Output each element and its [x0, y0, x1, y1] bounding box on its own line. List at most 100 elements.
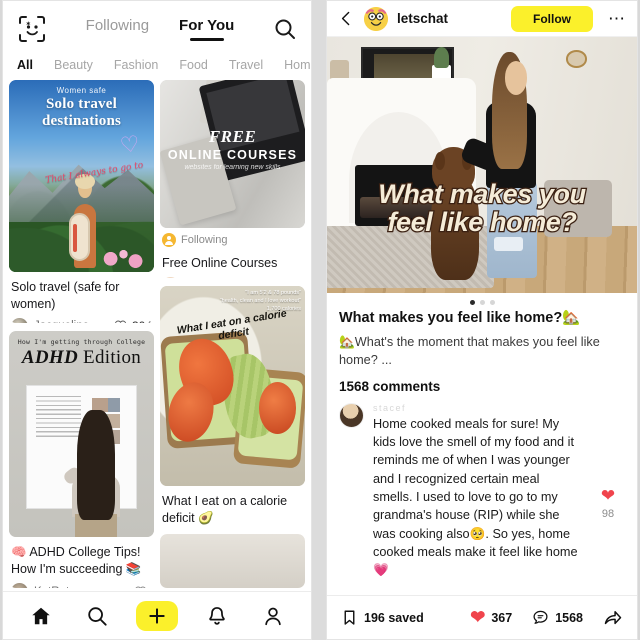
feed-grid: Women safe Solo travel destinations ♡ Th… — [3, 80, 311, 588]
avatar[interactable] — [11, 317, 28, 324]
post-body: What makes you feel like home?🏡 🏡What's … — [327, 309, 637, 595]
feed-top-bar: Following For You — [3, 1, 311, 56]
heart-filled-icon[interactable]: ❤ — [601, 486, 615, 506]
post-hero-image[interactable]: What makes you feel like home? — [327, 37, 637, 293]
feed-card-adhd[interactable]: How I'm getting through College ADHD Edi… — [9, 331, 154, 588]
card-thumbnail[interactable]: "I am 5'2 & 78 pounds" "health, clean an… — [160, 285, 305, 486]
heart-filled-icon: ❤ — [266, 277, 279, 278]
avatar[interactable] — [339, 402, 364, 428]
category-chip-row[interactable]: All Beauty Fashion Food Travel Home Reci… — [3, 56, 311, 80]
comment-like-count: 98 — [601, 508, 615, 521]
category-food[interactable]: Food — [179, 58, 208, 72]
category-beauty[interactable]: Beauty — [54, 58, 93, 72]
adhd-person-art — [61, 409, 125, 538]
feed-card-calorie-deficit[interactable]: "I am 5'2 & 78 pounds" "health, clean an… — [160, 285, 305, 527]
comment-item: stacef Home cooked meals for sure! My ki… — [339, 402, 625, 580]
home-icon — [32, 607, 50, 624]
save-button[interactable]: 196 saved — [341, 609, 424, 626]
comment-icon — [533, 610, 548, 624]
comment-button[interactable]: 1568 — [532, 609, 583, 626]
feed-card-solo-travel[interactable]: Women safe Solo travel destinations ♡ Th… — [9, 80, 154, 324]
tab-following[interactable]: Following — [86, 17, 149, 40]
face-scan-icon[interactable] — [17, 14, 47, 44]
comment-username[interactable]: stacef — [373, 403, 582, 413]
post-author-username[interactable]: letschat — [397, 11, 502, 26]
comments-count: 1568 comments — [339, 378, 441, 394]
post-description[interactable]: 🏡What's the moment that makes you feel l… — [339, 333, 625, 369]
follow-button[interactable]: Follow — [511, 5, 593, 32]
nav-create[interactable] — [136, 600, 178, 631]
card-title: 🧠 ADHD College Tips! How I'm succeeding … — [11, 545, 142, 577]
panel-divider — [312, 0, 326, 640]
feed-card-partial[interactable] — [160, 534, 305, 588]
feed-tabs: Following For You — [47, 17, 273, 40]
card-meta-row: mindofieva ❤ 102 — [160, 274, 305, 278]
comment-count-label: 1568 — [555, 610, 583, 625]
feed-phone-panel: Following For You All Beauty Fashion Foo… — [2, 0, 312, 640]
travel-overlay-title-group: Women safe Solo travel destinations — [9, 86, 154, 130]
carousel-dot-3[interactable] — [489, 300, 495, 305]
card-meta-row: Jacqueline 304 — [9, 315, 154, 324]
card-title: What I eat on a calorie deficit 🥑 — [162, 493, 288, 525]
carousel-dot-2[interactable] — [479, 300, 485, 305]
avatar[interactable] — [11, 583, 28, 588]
card-like-group[interactable]: 304 — [114, 319, 152, 324]
hero-caption-line1: What makes you — [377, 179, 587, 210]
category-all[interactable]: All — [17, 58, 33, 72]
adhd-overlay-title: ADHD Edition — [9, 347, 154, 369]
card-like-group[interactable]: ❤ 102 — [266, 277, 303, 278]
nav-search[interactable] — [80, 599, 114, 633]
search-icon — [88, 606, 107, 626]
avatar[interactable] — [364, 6, 388, 31]
nav-home[interactable] — [24, 599, 58, 633]
following-badge: Following — [160, 228, 305, 248]
card-thumbnail[interactable]: How I'm getting through College ADHD Edi… — [9, 331, 154, 538]
heart-outline-icon — [115, 320, 126, 324]
category-fashion[interactable]: Fashion — [114, 58, 158, 72]
courses-overlay-group: FREE ONLINE COURSES websites for learnin… — [160, 127, 305, 171]
carousel-dots[interactable] — [327, 293, 637, 309]
saved-count-label: 196 saved — [364, 610, 424, 625]
food-overlay-corner: "I am 5'2 & 78 pounds" "health, clean an… — [219, 289, 301, 313]
nav-profile[interactable] — [256, 599, 290, 633]
bell-icon — [209, 606, 225, 625]
feed-column-right: FREE ONLINE COURSES websites for learnin… — [160, 80, 305, 588]
like-button[interactable]: ❤ 367 — [470, 607, 512, 628]
courses-overlay-line1: FREE — [208, 127, 257, 147]
travel-hiker-art — [67, 174, 105, 269]
adhd-overlay-kicker: How I'm getting through College — [17, 338, 146, 347]
more-dots-icon[interactable]: ⋯ — [602, 9, 626, 29]
share-button[interactable] — [603, 608, 623, 628]
search-icon[interactable] — [273, 17, 297, 41]
card-thumbnail[interactable]: Women safe Solo travel destinations ♡ Th… — [9, 80, 154, 272]
person-badge-icon — [162, 233, 176, 247]
feed-column-left: Women safe Solo travel destinations ♡ Th… — [9, 80, 154, 588]
card-title: Solo travel (safe for women) — [11, 280, 120, 311]
card-like-count: 304 — [132, 319, 152, 323]
carousel-dot-1[interactable] — [469, 300, 475, 305]
card-username[interactable]: Jacqueline — [34, 320, 114, 323]
category-home[interactable]: Home — [284, 58, 311, 72]
post-detail-phone-panel: letschat Follow ⋯ What makes you feel li… — [326, 0, 638, 640]
tab-for-you[interactable]: For You — [179, 17, 234, 40]
card-thumbnail[interactable] — [160, 534, 305, 588]
nav-notifications[interactable] — [200, 599, 234, 633]
post-action-bar: 196 saved ❤ 367 1568 — [327, 595, 637, 639]
comment-like-group[interactable]: ❤ 98 — [591, 403, 625, 580]
card-username[interactable]: KatRat — [34, 586, 134, 588]
hero-caption-overlay: What makes you feel like home? — [327, 179, 637, 238]
chevron-left-icon[interactable] — [338, 10, 355, 27]
category-travel[interactable]: Travel — [229, 58, 263, 72]
travel-overlay-kicker: Women safe — [56, 86, 107, 95]
like-count-label: 367 — [491, 610, 513, 625]
travel-overlay-title: Solo travel destinations — [41, 96, 122, 129]
share-icon — [604, 610, 622, 624]
hero-caption-line2: feel like home? — [386, 207, 578, 238]
card-title: Free Online Courses — [162, 256, 278, 270]
adhd-overlay-title-rest: Edition — [78, 347, 142, 369]
feed-card-free-online-courses[interactable]: FREE ONLINE COURSES websites for learnin… — [160, 80, 305, 278]
card-like-group[interactable] — [134, 585, 152, 588]
bookmark-icon — [344, 610, 355, 625]
courses-overlay-line3: websites for learning new skills — [184, 164, 281, 172]
card-thumbnail[interactable]: FREE ONLINE COURSES websites for learnin… — [160, 80, 305, 228]
